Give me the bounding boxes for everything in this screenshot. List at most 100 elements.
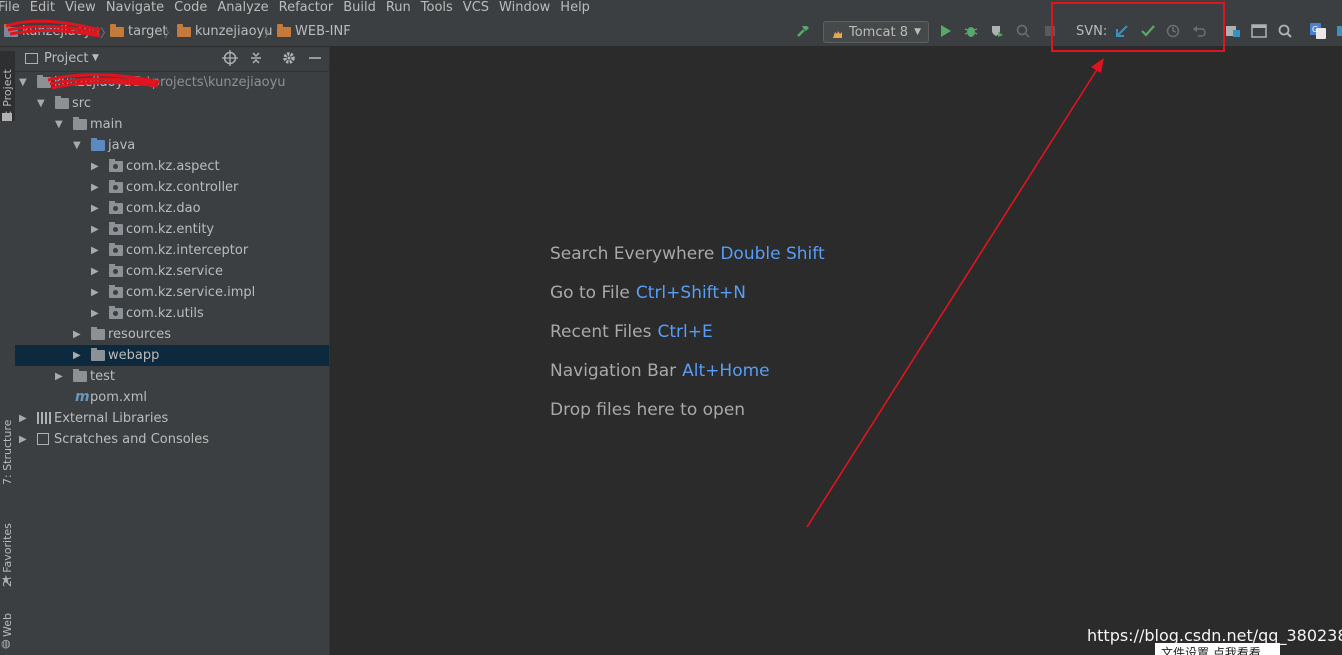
settings-icon[interactable]	[1333, 23, 1342, 39]
search-icon[interactable]	[1277, 23, 1293, 39]
collapse-arrow-icon[interactable]: ▶	[91, 198, 99, 219]
expand-arrow-icon[interactable]: ▼	[37, 93, 45, 114]
tree-node[interactable]: ▼ java	[15, 135, 329, 156]
expand-arrow-icon[interactable]: ▼	[55, 114, 63, 135]
collapse-arrow-icon[interactable]: ▶	[55, 366, 63, 387]
project-structure-icon[interactable]	[1225, 23, 1241, 39]
project-folder-icon	[4, 23, 18, 37]
project-view-title[interactable]: Project	[44, 51, 88, 66]
tree-node-label: test	[90, 369, 115, 384]
folder-icon	[73, 369, 87, 382]
menu-vcs[interactable]: VCS	[463, 0, 489, 15]
tab-web[interactable]: Web	[0, 603, 15, 637]
collapse-arrow-icon[interactable]: ▶	[91, 303, 99, 324]
menu-file[interactable]: File	[0, 0, 20, 15]
web-folder-icon	[91, 348, 105, 361]
menu-run[interactable]: Run	[386, 0, 411, 15]
tree-node[interactable]: ▶ com.kz.utils	[15, 303, 329, 324]
package-icon	[109, 285, 123, 298]
profiler-icon[interactable]	[1015, 23, 1031, 39]
breadcrumb-project[interactable]: kunzejiaoyu	[4, 23, 100, 39]
chevron-down-icon: ▼	[914, 27, 921, 37]
hint-search-everywhere: Search Everywhere Double Shift	[550, 244, 825, 264]
menu-window[interactable]: Window	[499, 0, 550, 15]
collapse-arrow-icon[interactable]: ▶	[91, 219, 99, 240]
breadcrumb-web-inf[interactable]: WEB-INF	[277, 23, 351, 39]
libraries-icon	[37, 412, 51, 424]
tree-node-label: Scratches and Consoles	[54, 432, 210, 447]
tree-node[interactable]: ▶ resources	[15, 324, 329, 345]
tree-node[interactable]: ▼ src	[15, 93, 329, 114]
tree-node-label: src	[72, 96, 91, 111]
folder-icon	[177, 23, 191, 37]
menu-tools[interactable]: Tools	[421, 0, 453, 15]
tree-node[interactable]: ▶ com.kz.service	[15, 261, 329, 282]
minimize-icon[interactable]	[308, 50, 322, 70]
folder-icon	[73, 117, 87, 130]
tree-node-label: com.kz.dao	[126, 201, 201, 216]
collapse-arrow-icon[interactable]: ▶	[91, 156, 99, 177]
breadcrumb-label: kunzejiaoyu	[195, 24, 273, 39]
tree-node[interactable]: ▶ webapp	[15, 345, 329, 366]
expand-arrow-icon[interactable]: ▼	[19, 72, 27, 93]
run-icon[interactable]	[938, 23, 954, 39]
breadcrumb-target[interactable]: target	[110, 23, 168, 39]
collapse-arrow-icon[interactable]: ▶	[19, 408, 27, 429]
menu-navigate[interactable]: Navigate	[106, 0, 164, 15]
editor-empty-area[interactable]: Search Everywhere Double Shift Go to File…	[330, 47, 1342, 655]
tree-node[interactable]: ▶ com.kz.controller	[15, 177, 329, 198]
tree-node[interactable]: ▼ main	[15, 114, 329, 135]
tree-node[interactable]: ▶ com.kz.entity	[15, 219, 329, 240]
collapse-arrow-icon[interactable]: ▶	[19, 429, 27, 450]
menu-view[interactable]: View	[65, 0, 96, 15]
tree-node[interactable]: m pom.xml	[15, 387, 329, 408]
coverage-icon[interactable]	[989, 23, 1005, 39]
hint-navigation-bar: Navigation Bar Alt+Home	[550, 361, 770, 381]
tab-structure[interactable]: 7: Structure	[0, 407, 15, 485]
bottom-popup[interactable]: 文件设置 点我看看	[1155, 643, 1280, 655]
menu-analyze[interactable]: Analyze	[217, 0, 268, 15]
collapse-arrow-icon[interactable]: ▶	[73, 324, 81, 345]
build-hammer-icon[interactable]	[795, 23, 811, 39]
gear-icon[interactable]	[281, 50, 297, 70]
collapse-all-icon[interactable]	[248, 50, 264, 70]
annotation-highlight-box	[1051, 2, 1225, 52]
package-icon	[109, 243, 123, 256]
menu-refactor[interactable]: Refactor	[279, 0, 334, 15]
run-configuration-select[interactable]: Tomcat 8 ▼	[823, 21, 929, 43]
scratches-icon	[37, 433, 49, 445]
root-module-name: kunzejiaoyu	[54, 75, 132, 90]
tree-node-label: com.kz.interceptor	[126, 243, 249, 258]
breadcrumb-kunzejiaoyu[interactable]: kunzejiaoyu	[177, 23, 273, 39]
globe-icon: ◍	[1, 637, 11, 650]
folder-icon	[277, 23, 291, 37]
tree-node[interactable]: ▶ test	[15, 366, 329, 387]
menu-code[interactable]: Code	[174, 0, 207, 15]
menu-edit[interactable]: Edit	[30, 0, 55, 15]
root-module-path: D:\projects\kunzejiaoyu	[133, 75, 286, 90]
collapse-arrow-icon[interactable]: ▶	[91, 282, 99, 303]
locate-crosshair-icon[interactable]	[222, 50, 238, 70]
tree-node[interactable]: ▶ External Libraries	[15, 408, 329, 429]
collapse-arrow-icon[interactable]: ▶	[91, 240, 99, 261]
package-icon	[109, 222, 123, 235]
terminal-window-icon[interactable]	[1251, 23, 1267, 39]
tree-node[interactable]: ▶ com.kz.interceptor	[15, 240, 329, 261]
tree-node[interactable]: ▶ com.kz.service.impl	[15, 282, 329, 303]
collapse-arrow-icon[interactable]: ▶	[73, 345, 81, 366]
collapse-arrow-icon[interactable]: ▶	[91, 261, 99, 282]
tree-node[interactable]: ▶ Scratches and Consoles	[15, 429, 329, 450]
tab-project[interactable]: 1: Project	[0, 51, 15, 121]
tree-root[interactable]: ▼ kunzejiaoyu D:\projects\kunzejiaoyu	[15, 72, 329, 93]
tree-node[interactable]: ▶ com.kz.aspect	[15, 156, 329, 177]
menu-help[interactable]: Help	[560, 0, 590, 15]
hint-text: Navigation Bar	[550, 361, 677, 381]
chevron-down-icon[interactable]: ▼	[92, 53, 99, 63]
menu-build[interactable]: Build	[343, 0, 376, 15]
tree-node[interactable]: ▶ com.kz.dao	[15, 198, 329, 219]
translate-icon[interactable]: G	[1310, 23, 1326, 39]
expand-arrow-icon[interactable]: ▼	[73, 135, 81, 156]
debug-bug-icon[interactable]	[963, 23, 979, 39]
collapse-arrow-icon[interactable]: ▶	[91, 177, 99, 198]
tree-node-label: com.kz.entity	[126, 222, 215, 237]
